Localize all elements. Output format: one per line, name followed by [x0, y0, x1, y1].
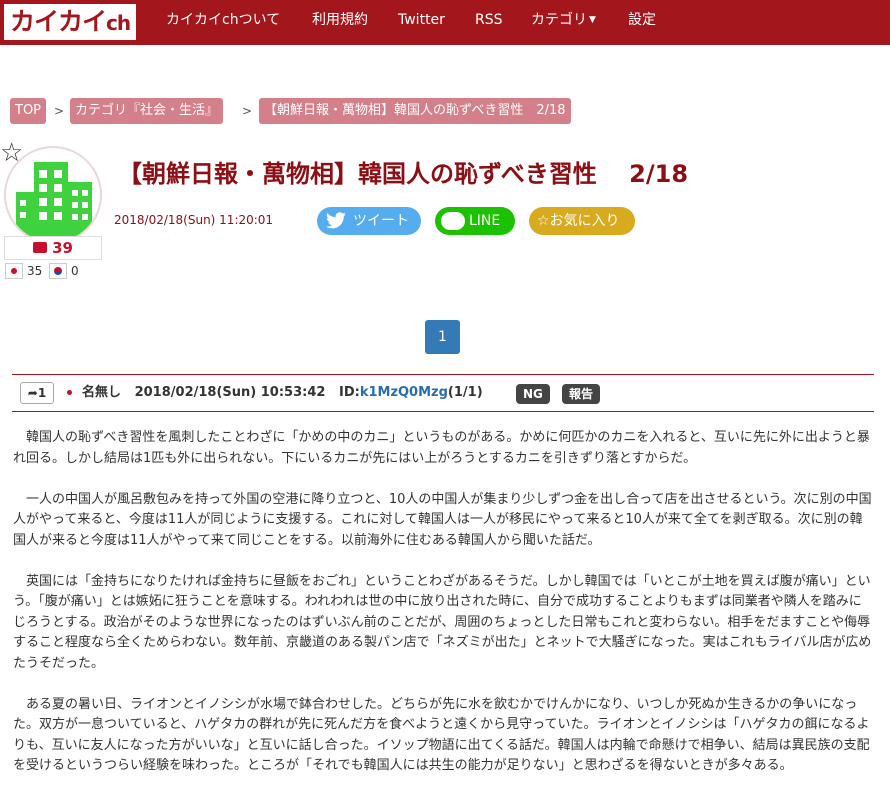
- site-logo[interactable]: カイカイch: [4, 4, 137, 40]
- poster-id-label: ID:: [338, 385, 360, 400]
- pagination-page-1[interactable]: 1: [425, 320, 460, 354]
- breadcrumb-separator: >: [54, 104, 65, 118]
- nav-settings[interactable]: 設定: [628, 0, 656, 45]
- post-paragraph: 英国には「金持ちになりたければ金持ちに昼飯をおごれ」ということわざがあるそうだ。…: [13, 573, 872, 671]
- logo-ch-text: ch: [106, 11, 131, 35]
- nav-twitter[interactable]: Twitter: [398, 0, 445, 45]
- post-paragraph: 一人の中国人が風呂敷包みを持って外国の空港に降り立つと、10人の中国人が集まり少…: [13, 491, 872, 548]
- tweet-label: ツイート: [353, 213, 409, 229]
- post-body: 韓国人の恥ずべき習性を風刺したことわざに「かめの中のカニ」というものがある。かめ…: [13, 428, 873, 793]
- post-marker-icon: [67, 390, 72, 395]
- jp-count: 35: [27, 264, 43, 278]
- nav-rss[interactable]: RSS: [475, 0, 503, 45]
- poster-id[interactable]: k1MzQ0Mzg: [360, 385, 448, 400]
- breadcrumb-separator: >: [242, 104, 253, 118]
- nav-category-label: カテゴリ: [531, 12, 587, 28]
- nav-terms[interactable]: 利用規約: [312, 0, 368, 45]
- favorite-label: ☆お気に入り: [537, 213, 620, 229]
- article-date: 2018/02/18(Sun) 11:20:01: [114, 213, 274, 227]
- comment-count: 39: [52, 239, 73, 257]
- article-title: 【朝鮮日報・萬物相】韓国人の恥ずべき習性 2/18: [118, 160, 689, 188]
- reply-button[interactable]: ➦1: [20, 382, 54, 404]
- comment-icon: [33, 242, 48, 253]
- poster-info: 名無し 2018/02/18(Sun) 10:53:42 ID:k1MzQ0Mz…: [82, 383, 483, 403]
- reply-count: 1: [37, 386, 47, 400]
- breadcrumb-current[interactable]: 【朝鮮日報・萬物相】韓国人の恥ずべき習性 2/18: [259, 98, 571, 124]
- poster-name: 名無し: [82, 385, 122, 400]
- korea-flag-icon: [49, 263, 67, 279]
- post-paragraph: ある夏の暑い日、ライオンとイノシシが水場で鉢合わせした。どちらが先に水を飲むかで…: [13, 696, 870, 774]
- breadcrumb-top[interactable]: TOP: [10, 98, 47, 124]
- logo-main-text: カイカイ: [10, 7, 107, 36]
- line-label: LINE: [469, 213, 501, 229]
- line-share-button[interactable]: LINE: [435, 207, 515, 235]
- comment-count-badge[interactable]: 39: [4, 236, 102, 260]
- japan-flag-icon: [5, 263, 23, 279]
- tweet-button[interactable]: ツイート: [317, 207, 421, 235]
- report-button[interactable]: 報告: [562, 384, 601, 404]
- twitter-bird-icon: [326, 212, 346, 229]
- caret-down-icon: ▼: [589, 15, 596, 25]
- post-header: ➦1 名無し 2018/02/18(Sun) 10:53:42 ID:k1MzQ…: [12, 374, 874, 412]
- breadcrumb-category[interactable]: カテゴリ『社会・生活』: [70, 98, 224, 124]
- nav-category-dropdown[interactable]: カテゴリ ▼: [531, 0, 596, 45]
- post-datetime: 2018/02/18(Sun) 10:53:42: [134, 385, 326, 400]
- favorite-button[interactable]: ☆お気に入り: [529, 207, 635, 235]
- star-outline-icon[interactable]: ☆: [0, 140, 23, 166]
- post-paragraph: 韓国人の恥ずべき習性を風刺したことわざに「かめの中のカニ」というものがある。かめ…: [13, 430, 870, 466]
- nav-about[interactable]: カイカイchついて: [166, 0, 280, 45]
- top-navigation-bar: カイカイch カイカイchついて 利用規約 Twitter RSS カテゴリ ▼ …: [0, 0, 890, 45]
- poster-id-suffix: (1/1): [447, 385, 483, 400]
- line-icon: [441, 212, 465, 230]
- ng-button[interactable]: NG: [516, 384, 550, 404]
- kr-count: 0: [71, 264, 79, 278]
- reply-arrow-icon: ➦: [27, 386, 38, 400]
